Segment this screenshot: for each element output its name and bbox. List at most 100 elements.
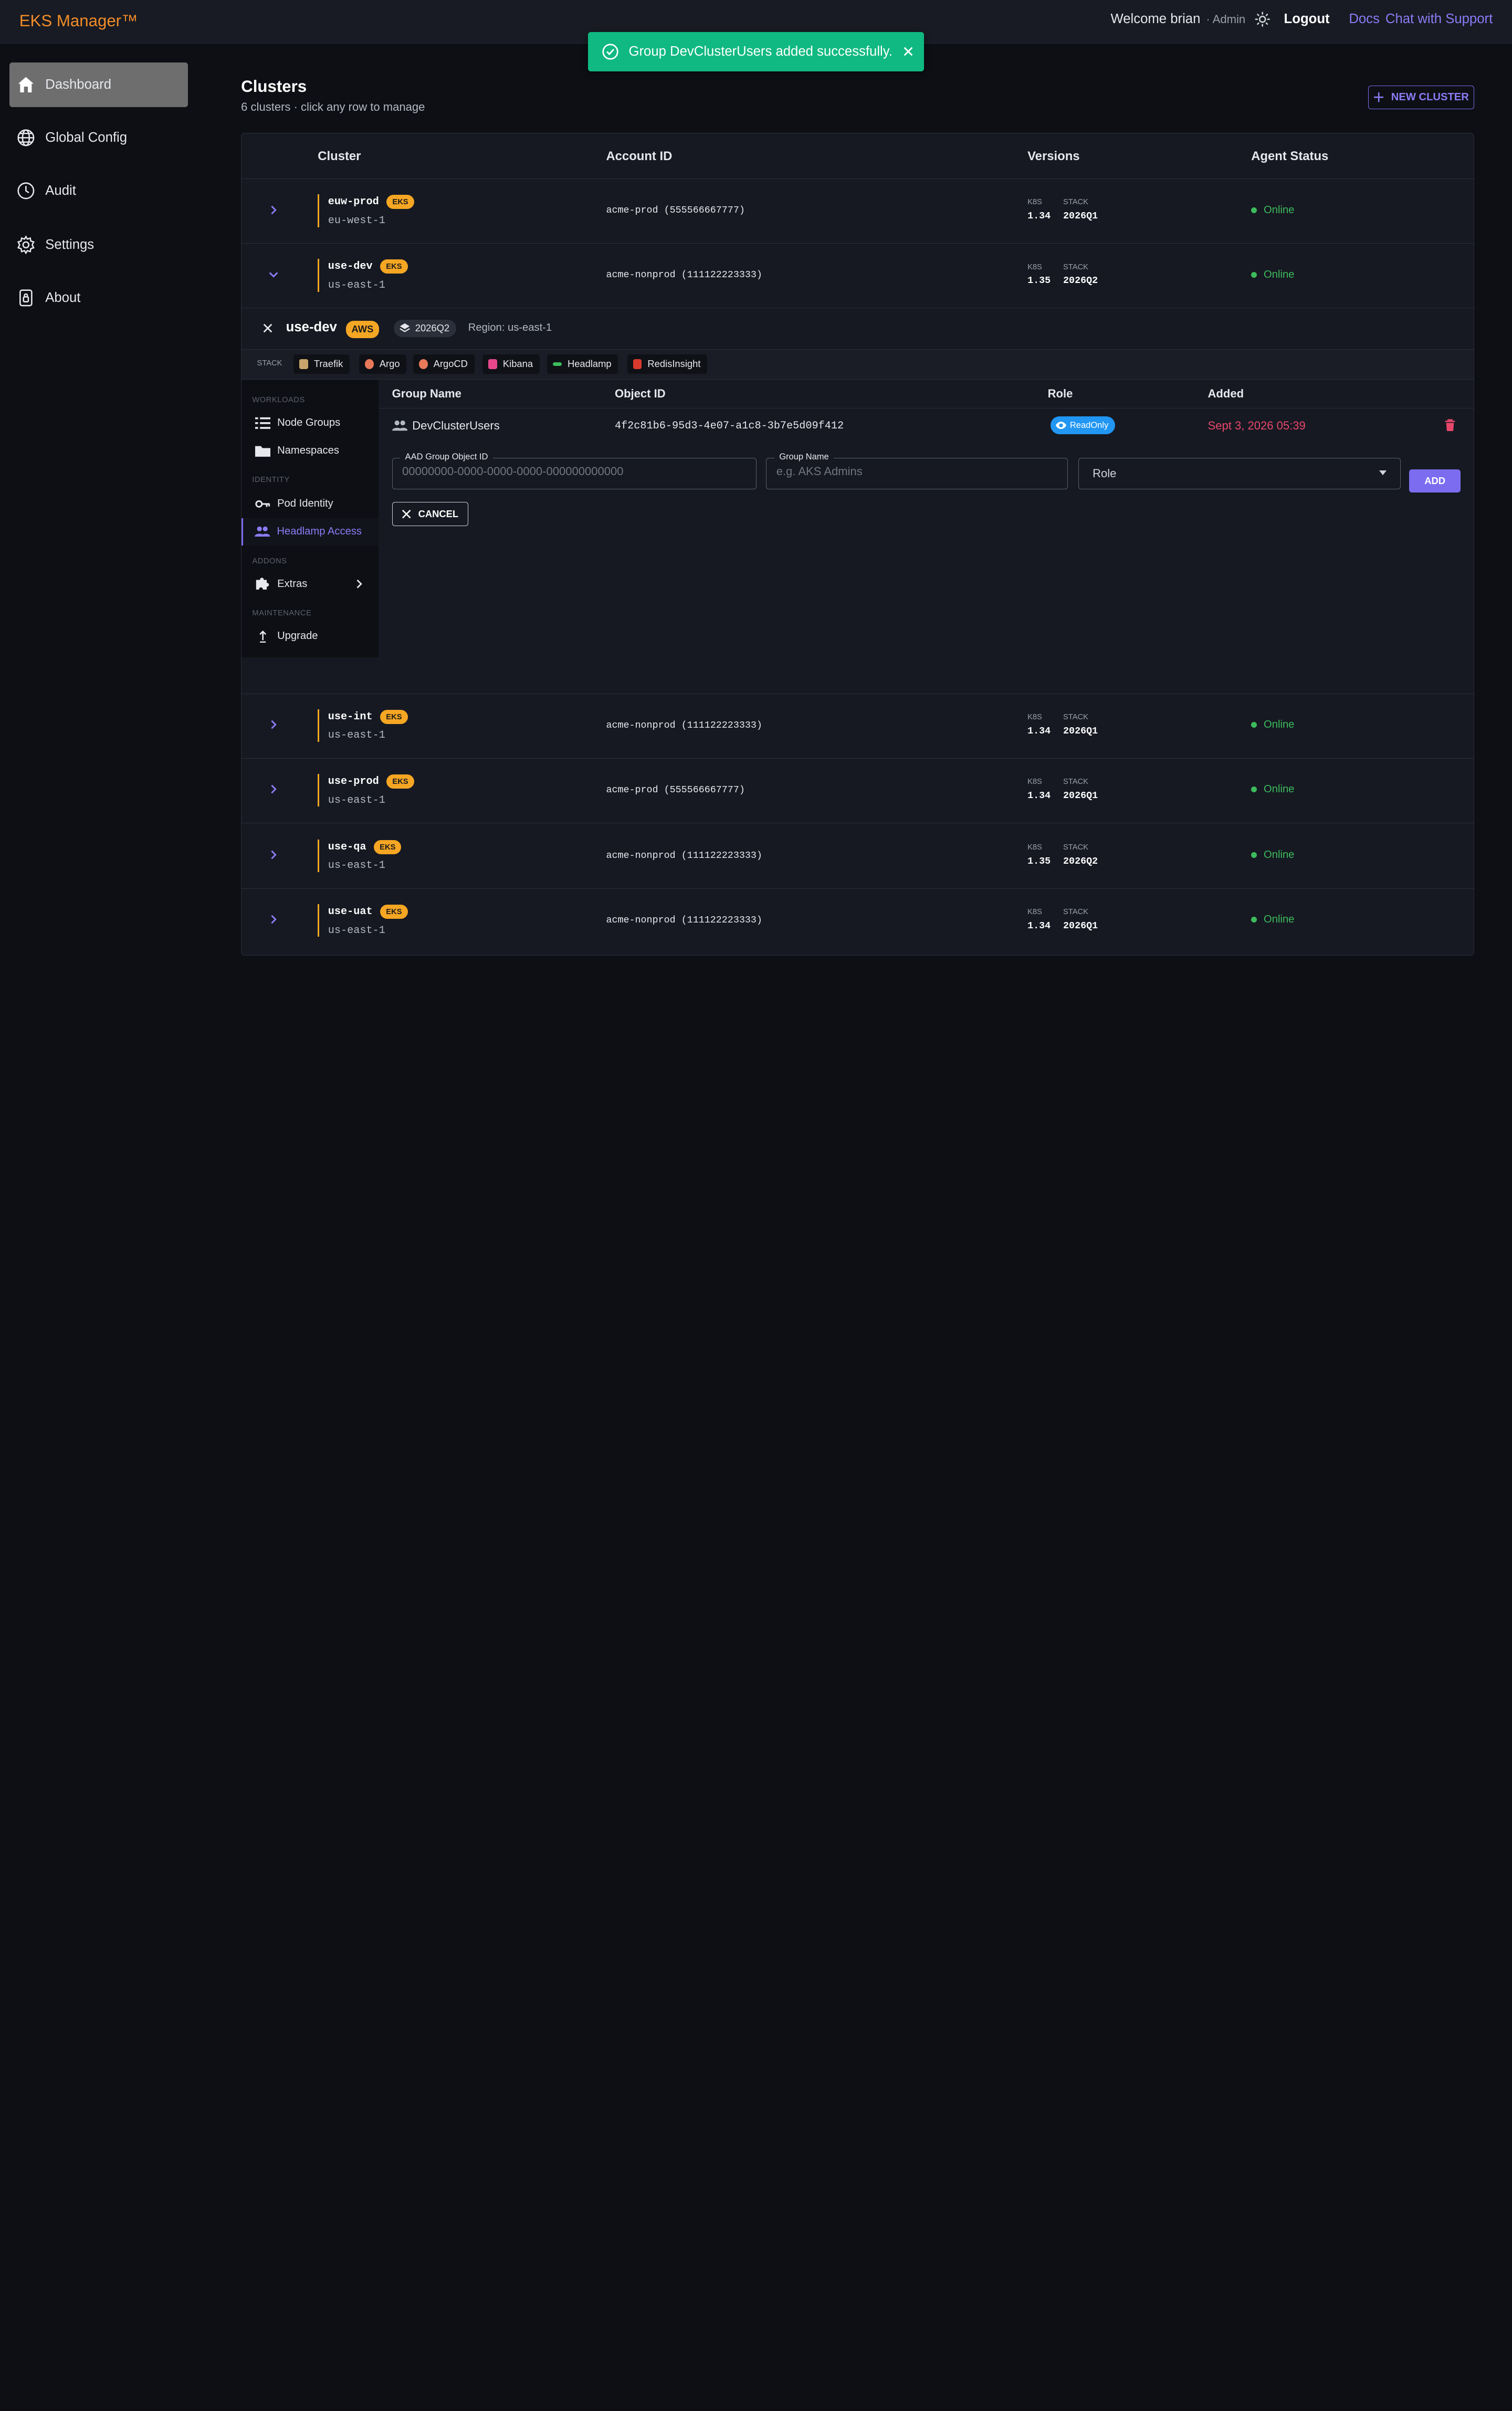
clock-icon — [17, 182, 35, 200]
detail-header: use-dev AWS 2026Q2 Region: us-east-1 — [242, 308, 1474, 350]
cluster-name: use-prod — [328, 775, 379, 788]
table-row[interactable]: use-dev EKS us-east-1 acme-nonprod (11112… — [242, 244, 1474, 308]
theme-toggle-icon[interactable] — [1255, 12, 1270, 27]
sidebar: Dashboard Global Config Audit Settings A… — [0, 43, 195, 1313]
support-link[interactable]: Chat with Support — [1385, 12, 1493, 27]
stack-chip-traefik[interactable]: Traefik — [293, 354, 350, 374]
col-group-name: Group Name — [392, 387, 461, 401]
stack-chip-argo[interactable]: Argo — [359, 354, 407, 374]
chevron-right-icon[interactable] — [268, 783, 279, 795]
aad-object-id-field: AAD Group Object ID — [392, 451, 757, 490]
headlamp-icon — [553, 362, 562, 366]
stack-chip-kibana[interactable]: Kibana — [482, 354, 540, 374]
role-select[interactable]: Role — [1078, 457, 1401, 490]
chevron-right-icon — [356, 579, 362, 589]
gear-icon — [17, 235, 35, 255]
role-badge[interactable]: ReadOnly — [1051, 416, 1116, 435]
redis-icon — [633, 359, 642, 369]
traefik-icon — [299, 359, 308, 369]
chevron-right-icon[interactable] — [268, 914, 279, 925]
cluster-region: eu-west-1 — [328, 214, 385, 227]
eks-badge: EKS — [380, 259, 408, 274]
col-versions[interactable]: Versions — [1027, 149, 1079, 164]
add-group-button[interactable]: ADD — [1409, 469, 1461, 492]
added-date: Sept 3, 2026 05:39 — [1208, 419, 1306, 433]
group-name-input[interactable] — [776, 465, 1047, 479]
toast-message: Group DevClusterUsers added successfully… — [628, 44, 892, 59]
argocd-icon — [419, 359, 428, 369]
nav-item-pod-identity[interactable]: Pod Identity — [242, 490, 379, 517]
sidebar-item-about[interactable]: About — [9, 276, 188, 320]
table-row[interactable]: use-qa EKS us-east-1 acme-nonprod (111122… — [242, 824, 1474, 889]
chevron-right-icon[interactable] — [268, 719, 279, 730]
caret-down-icon — [1379, 470, 1387, 476]
globe-icon — [17, 129, 35, 146]
cluster-region: us-east-1 — [328, 794, 385, 806]
cluster-cell: euw-prod EKS eu-west-1 — [318, 194, 414, 227]
table-row[interactable]: use-prod EKS us-east-1 acme-prod (5555666… — [242, 759, 1474, 823]
eks-badge: EKS — [386, 774, 414, 789]
eks-badge: EKS — [386, 195, 414, 209]
close-icon[interactable] — [902, 46, 914, 57]
nav-item-node-groups[interactable]: Node Groups — [242, 410, 379, 436]
agent-status: Online — [1251, 914, 1294, 926]
provider-badge: AWS — [345, 320, 380, 338]
check-circle-icon — [602, 44, 618, 60]
group-icon — [255, 526, 270, 537]
sidebar-item-dashboard[interactable]: Dashboard — [9, 62, 188, 107]
status-dot — [1251, 722, 1257, 728]
chevron-right-icon[interactable] — [268, 204, 279, 216]
logout-button[interactable]: Logout — [1284, 12, 1330, 27]
eks-badge: EKS — [380, 710, 408, 725]
k8s-version: K8S 1.35 — [1027, 843, 1051, 867]
app-brand[interactable]: EKS Manager™ — [19, 12, 138, 30]
docs-link[interactable]: Docs — [1349, 12, 1380, 27]
chevron-down-icon[interactable] — [268, 269, 279, 280]
stack-chip-argocd[interactable]: ArgoCD — [413, 354, 475, 374]
cluster-cell: use-prod EKS us-east-1 — [318, 774, 414, 807]
stack-chip-redisinsight[interactable]: RedisInsight — [627, 354, 708, 374]
col-added: Added — [1208, 387, 1244, 401]
k8s-version: K8S 1.34 — [1027, 198, 1051, 222]
agent-status: Online — [1251, 269, 1294, 281]
plus-icon — [1373, 92, 1384, 102]
nav-item-upgrade[interactable]: Upgrade — [242, 623, 379, 649]
cluster-name: euw-prod — [328, 196, 379, 208]
cluster-region: us-east-1 — [328, 729, 385, 742]
close-icon[interactable] — [262, 322, 274, 334]
stack-chip-headlamp[interactable]: Headlamp — [547, 354, 618, 374]
account-id: acme-prod (555566667777) — [606, 205, 745, 216]
nav-section-maintenance: MAINTENANCE — [252, 609, 312, 617]
account-id: acme-nonprod (111122223333) — [606, 915, 762, 926]
sidebar-item-settings[interactable]: Settings — [9, 223, 188, 267]
nav-item-namespaces[interactable]: Namespaces — [242, 437, 379, 464]
new-cluster-button[interactable]: NEW CLUSTER — [1368, 86, 1475, 109]
cancel-button[interactable]: CANCEL — [392, 502, 468, 526]
nav-item-headlamp-access[interactable]: Headlamp Access — [242, 518, 379, 546]
sidebar-item-global-config[interactable]: Global Config — [9, 116, 188, 160]
agent-status: Online — [1251, 783, 1294, 795]
table-row[interactable]: euw-prod EKS eu-west-1 acme-prod (5555666… — [242, 179, 1474, 244]
status-dot — [1251, 787, 1257, 793]
nav-section-workloads: WORKLOADS — [252, 396, 305, 405]
sidebar-item-label: Dashboard — [45, 77, 112, 92]
cluster-region: us-east-1 — [328, 924, 385, 937]
agent-status: Online — [1251, 719, 1294, 731]
chevron-right-icon[interactable] — [268, 849, 279, 861]
col-cluster[interactable]: Cluster — [318, 149, 361, 164]
aad-object-id-input[interactable] — [402, 465, 730, 479]
table-header: Cluster Account ID Versions Agent Status — [242, 133, 1474, 179]
sidebar-item-audit[interactable]: Audit — [9, 169, 188, 213]
new-cluster-label: NEW CLUSTER — [1391, 91, 1469, 103]
nav-item-extras[interactable]: Extras — [242, 570, 379, 597]
table-row[interactable]: use-int EKS us-east-1 acme-nonprod (11112… — [242, 694, 1474, 759]
table-row[interactable]: use-uat EKS us-east-1 acme-nonprod (11112… — [242, 889, 1474, 953]
sidebar-item-label: About — [45, 290, 81, 306]
stack-version: STACK 2026Q1 — [1063, 908, 1098, 931]
lock-icon — [19, 289, 33, 307]
trash-icon[interactable] — [1444, 419, 1456, 432]
col-account[interactable]: Account ID — [606, 149, 672, 164]
welcome-text: Welcome brian — [1110, 12, 1201, 27]
account-id: acme-nonprod (111122223333) — [606, 720, 762, 731]
col-status[interactable]: Agent Status — [1251, 149, 1328, 164]
